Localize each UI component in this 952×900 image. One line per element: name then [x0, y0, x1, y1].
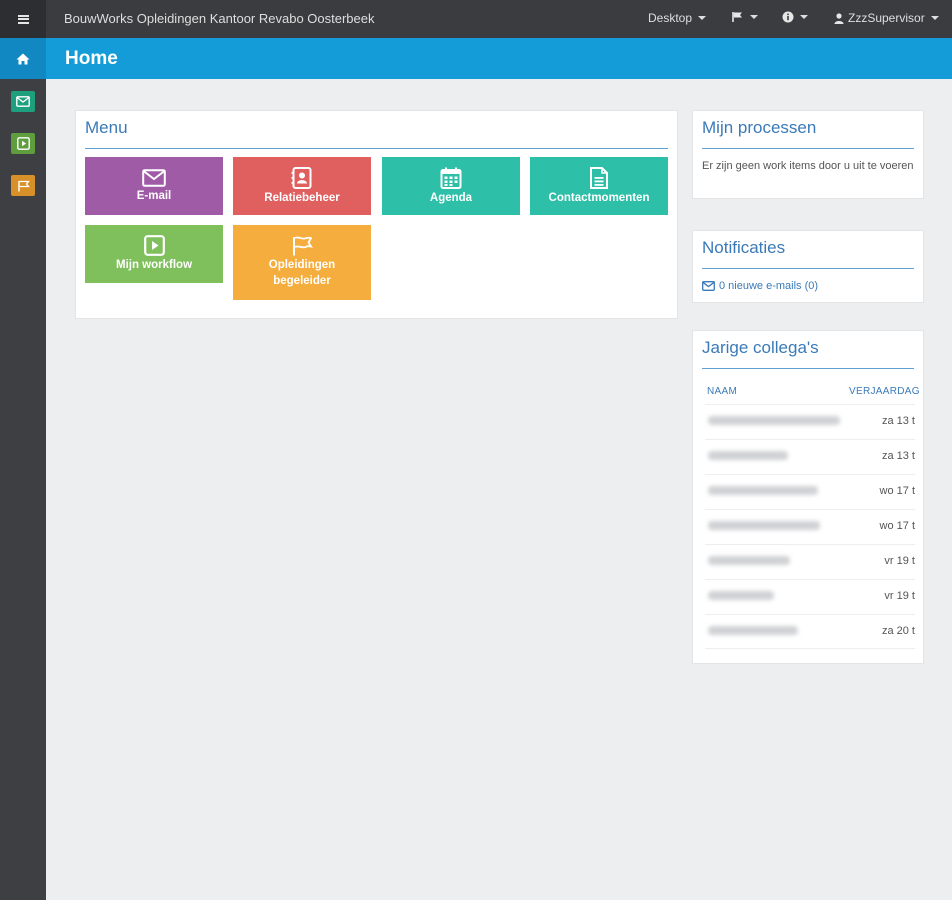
divider	[702, 148, 914, 149]
new-emails-link[interactable]: 0 nieuwe e-mails (0)	[702, 280, 818, 292]
chevron-down-icon	[800, 15, 808, 19]
table-row: za 13 t	[705, 439, 915, 474]
blurred-name	[708, 451, 788, 460]
divider	[702, 368, 914, 369]
page-header: Home	[0, 38, 952, 79]
sidebar-workflow-button[interactable]	[11, 133, 35, 154]
desktop-dropdown[interactable]: Desktop	[648, 11, 707, 25]
user-name-label: ZzzSupervisor	[848, 11, 925, 25]
top-navbar: BouwWorks Opleidingen Kantoor Revabo Oos…	[0, 0, 952, 38]
tile-relatiebeheer[interactable]: Relatiebeheer	[233, 157, 371, 215]
chevron-down-icon	[930, 16, 939, 20]
blurred-name	[708, 556, 790, 565]
user-dropdown[interactable]: ZzzSupervisor	[834, 11, 939, 25]
birthday-date: vr 19 t	[884, 590, 915, 602]
processen-empty-text: Er zijn geen work items door u uit te vo…	[702, 160, 914, 172]
divider	[85, 148, 668, 149]
tile-agenda[interactable]: Agenda	[382, 157, 520, 215]
calendar-icon	[440, 167, 462, 189]
info-icon	[782, 11, 794, 23]
contact-book-icon	[291, 166, 312, 189]
chevron-down-icon	[698, 16, 707, 20]
tile-label: Mijn workflow	[115, 259, 193, 271]
table-row: za 13 t	[705, 404, 915, 439]
new-emails-label: 0 nieuwe e-mails (0)	[719, 280, 819, 292]
tile-label: Relatiebeheer	[264, 191, 340, 204]
birthday-date: za 13 t	[881, 450, 915, 462]
desktop-dropdown-label: Desktop	[648, 11, 693, 25]
user-icon	[834, 12, 844, 24]
hamburger-menu-button[interactable]	[0, 0, 46, 38]
table-row: wo 17 t	[705, 474, 915, 509]
menu-panel: Menu E-mail Relatiebeheer Agenda Contact…	[75, 110, 678, 319]
tile-label: Contactmomenten	[548, 191, 650, 204]
document-icon	[590, 166, 608, 189]
play-square-icon	[143, 235, 165, 256]
jarige-panel: Jarige collega's NAAM VERJAARDAG za 13 t…	[692, 330, 924, 664]
play-square-icon	[16, 137, 30, 150]
birthday-date: wo 17 t	[879, 485, 915, 497]
table-row: za 20 t	[705, 614, 915, 649]
envelope-icon	[702, 281, 715, 291]
flag-icon	[293, 236, 313, 256]
sidebar-email-button[interactable]	[11, 91, 35, 112]
hamburger-icon	[17, 14, 29, 24]
birthday-date: wo 17 t	[879, 520, 915, 532]
birthday-date: za 13 t	[881, 415, 915, 427]
processen-panel-title: Mijn processen	[702, 118, 817, 137]
divider	[702, 268, 914, 269]
info-dropdown[interactable]	[782, 11, 808, 23]
tile-label: E-mail	[136, 189, 172, 202]
envelope-icon	[16, 96, 30, 107]
blurred-name	[708, 521, 820, 530]
processen-panel: Mijn processen Er zijn geen work items d…	[692, 110, 924, 199]
tile-mijn-workflow[interactable]: Mijn workflow	[85, 225, 223, 283]
table-row: wo 17 t	[705, 509, 915, 544]
home-icon	[16, 53, 30, 64]
chevron-down-icon	[750, 15, 758, 19]
column-header-naam[interactable]: NAAM	[707, 386, 737, 397]
tile-contactmomenten[interactable]: Contactmomenten	[530, 157, 668, 215]
envelope-icon	[142, 168, 166, 187]
home-button[interactable]	[0, 38, 46, 79]
flag-dropdown[interactable]	[731, 11, 758, 23]
menu-panel-title: Menu	[85, 118, 128, 137]
tile-email[interactable]: E-mail	[85, 157, 223, 215]
notificaties-panel-title: Notificaties	[702, 238, 786, 257]
tile-opleidingen-begeleider[interactable]: Opleidingen begeleider	[233, 225, 371, 300]
flag-icon	[17, 180, 30, 191]
column-header-verjaardag[interactable]: VERJAARDAG	[849, 386, 920, 397]
jarige-panel-title: Jarige collega's	[702, 338, 819, 357]
tile-label: Agenda	[429, 191, 473, 204]
tile-label: Opleidingen begeleider	[268, 259, 336, 287]
blurred-name	[708, 591, 774, 600]
blurred-name	[708, 626, 798, 635]
notificaties-panel: Notificaties 0 nieuwe e-mails (0)	[692, 230, 924, 303]
table-row: vr 19 t	[705, 579, 915, 614]
app-title: BouwWorks Opleidingen Kantoor Revabo Oos…	[64, 11, 375, 26]
left-sidebar	[0, 79, 46, 900]
blurred-name	[708, 486, 818, 495]
birthday-date: vr 19 t	[884, 555, 915, 567]
flag-icon	[732, 12, 742, 22]
page-title: Home	[65, 48, 118, 69]
table-row: vr 19 t	[705, 544, 915, 579]
sidebar-opleidingen-button[interactable]	[11, 175, 35, 196]
blurred-name	[708, 416, 840, 425]
birthday-date: za 20 t	[881, 625, 915, 637]
